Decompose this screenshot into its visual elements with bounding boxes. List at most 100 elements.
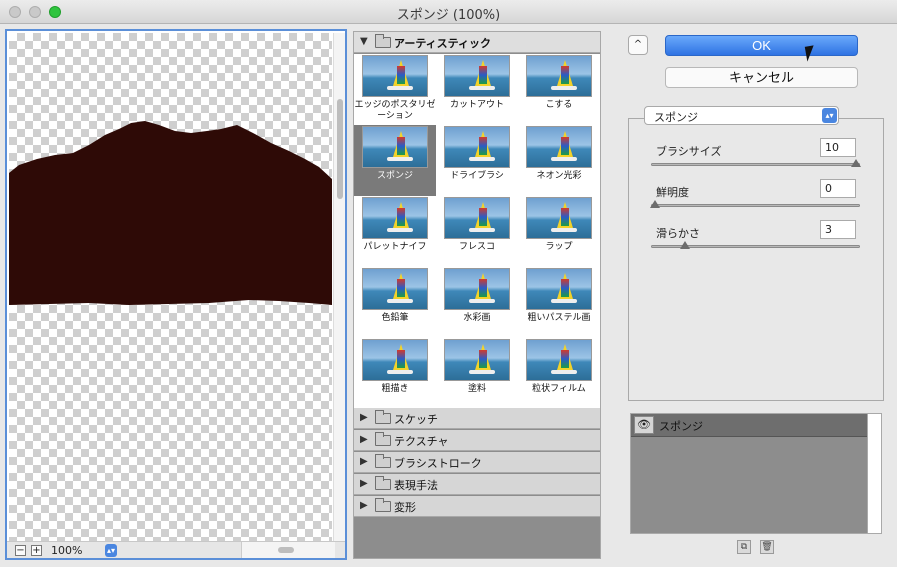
title-bar: スポンジ (100%) (0, 0, 897, 24)
preview-vertical-scrollbar[interactable] (333, 33, 345, 541)
category-item[interactable]: ▶ テクスチャ (354, 430, 600, 451)
zoom-in-button[interactable]: + (31, 545, 42, 556)
filter-thumb[interactable]: ラップ (518, 196, 600, 267)
category-item[interactable]: ▶ 表現手法 (354, 474, 600, 495)
filter-name: こする (545, 100, 573, 110)
filter-thumb[interactable]: ネオン光彩 (518, 125, 600, 196)
collapse-gallery-button[interactable]: ^ (628, 35, 648, 55)
filter-name: 塗料 (467, 384, 486, 394)
effect-layer-row[interactable]: 👁 スポンジ (631, 414, 867, 437)
filter-thumb[interactable]: カットアウト (436, 54, 518, 125)
filter-preview-image (444, 55, 510, 97)
category-artistic[interactable]: ▼ アーティスティック (354, 32, 600, 53)
disclosure-right-icon: ▶ (360, 412, 368, 423)
effect-layers-panel: 👁 スポンジ (630, 413, 882, 534)
filter-preview-image (526, 55, 592, 97)
filter-preview-image (444, 126, 510, 168)
filter-select-value: スポンジ (654, 111, 698, 124)
filter-gallery: ▼ アーティスティック エッジのポスタリゼーション カットアウト こするスポンジ ドラ… (353, 31, 601, 559)
cancel-button[interactable]: キャンセル (665, 67, 858, 88)
delete-effect-layer-icon[interactable]: 🗑 (760, 540, 774, 554)
disclosure-right-icon: ▶ (360, 500, 368, 511)
filter-name: フレスコ (458, 242, 495, 252)
ok-button[interactable]: OK (665, 35, 858, 56)
parameter-value-input[interactable]: 0 (820, 179, 856, 198)
folder-icon (375, 454, 391, 468)
filter-name: 粗いパステル画 (527, 313, 591, 323)
folder-icon (375, 498, 391, 512)
filter-name: ラップ (545, 242, 573, 252)
parameter-value-input[interactable]: 3 (820, 220, 856, 239)
filter-thumb[interactable]: 塗料 (436, 338, 518, 409)
filter-thumb[interactable]: エッジのポスタリゼーション (354, 54, 436, 125)
filter-select[interactable]: スポンジ ▴▾ (644, 106, 839, 125)
filter-preview-image (526, 126, 592, 168)
parameter-slider-track[interactable] (651, 204, 860, 207)
filter-thumb[interactable]: 色鉛筆 (354, 267, 436, 338)
layers-scrollbar[interactable] (867, 414, 881, 533)
filter-thumb[interactable]: 水彩画 (436, 267, 518, 338)
filter-preview-image (362, 197, 428, 239)
folder-icon (375, 410, 391, 424)
filter-name: ドライブラシ (450, 171, 504, 181)
preview-horizontal-scrollbar[interactable] (241, 542, 335, 558)
parameter-label: 鮮明度 (656, 186, 689, 199)
filter-thumb[interactable]: 粗描き (354, 338, 436, 409)
filter-name: エッジのポスタリゼーション (354, 100, 436, 121)
folder-icon (375, 432, 391, 446)
preview-footer: − + 100% ▴▾ (7, 541, 345, 558)
filter-preview-image (362, 268, 428, 310)
filter-preview-image (444, 339, 510, 381)
category-item[interactable]: ▶ ブラシストローク (354, 452, 600, 473)
parameter-label: 滑らかさ (656, 227, 700, 240)
category-item[interactable]: ▶ 変形 (354, 496, 600, 517)
category-item[interactable]: ▶ スケッチ (354, 408, 600, 429)
eye-icon[interactable]: 👁 (634, 416, 654, 434)
parameter-value-input[interactable]: 10 (820, 138, 856, 157)
filter-thumb[interactable]: ドライブラシ (436, 125, 518, 196)
category-label: アーティスティック (394, 37, 492, 50)
parameter-slider-knob[interactable] (650, 200, 660, 208)
filter-preview-image (444, 197, 510, 239)
zoom-select-chevron-icon[interactable]: ▴▾ (105, 544, 117, 557)
filter-thumb[interactable]: フレスコ (436, 196, 518, 267)
filter-thumb[interactable]: 粗いパステル画 (518, 267, 600, 338)
filter-thumb[interactable]: パレットナイフ (354, 196, 436, 267)
filter-preview-image (362, 339, 428, 381)
filter-thumbnails: エッジのポスタリゼーション カットアウト こするスポンジ ドライブラシ ネオン光彩パレッ… (354, 54, 600, 408)
filter-preview-image (526, 268, 592, 310)
parameter-slider-knob[interactable] (851, 159, 861, 167)
parameter-slider-knob[interactable] (680, 241, 691, 249)
preview-pane[interactable]: − + 100% ▴▾ (5, 29, 347, 560)
disclosure-right-icon: ▶ (360, 456, 368, 467)
disclosure-right-icon: ▶ (360, 434, 368, 445)
filter-name: 粗描き (381, 384, 409, 394)
zoom-level: 100% (51, 544, 83, 557)
disclosure-right-icon: ▶ (360, 478, 368, 489)
filter-name: 水彩画 (463, 313, 491, 323)
preview-vertical-scroll-thumb[interactable] (337, 99, 343, 199)
category-label: 変形 (394, 501, 416, 514)
filter-thumb[interactable]: 粒状フィルム (518, 338, 600, 409)
filter-name: スポンジ (376, 171, 413, 181)
folder-icon (375, 476, 391, 490)
filter-preview-image (526, 339, 592, 381)
preview-horizontal-scroll-thumb[interactable] (278, 547, 294, 553)
preview-canvas[interactable] (9, 33, 332, 541)
filter-name: 粒状フィルム (532, 384, 586, 394)
filter-preview-image (362, 55, 428, 97)
new-effect-layer-icon[interactable]: ⧉ (737, 540, 751, 554)
filter-name: ネオン光彩 (536, 171, 582, 181)
zoom-out-button[interactable]: − (15, 545, 26, 556)
filter-settings-group (628, 118, 884, 401)
category-label: ブラシストローク (394, 457, 482, 470)
parameter-slider-track[interactable] (651, 163, 860, 166)
filter-preview-image (444, 268, 510, 310)
filter-name: 色鉛筆 (381, 313, 409, 323)
category-label: テクスチャ (394, 435, 449, 448)
filter-thumb[interactable]: こする (518, 54, 600, 125)
preview-image (9, 121, 332, 305)
category-label: 表現手法 (394, 479, 438, 492)
filter-thumb[interactable]: スポンジ (354, 125, 436, 196)
disclosure-down-icon: ▼ (360, 36, 368, 47)
